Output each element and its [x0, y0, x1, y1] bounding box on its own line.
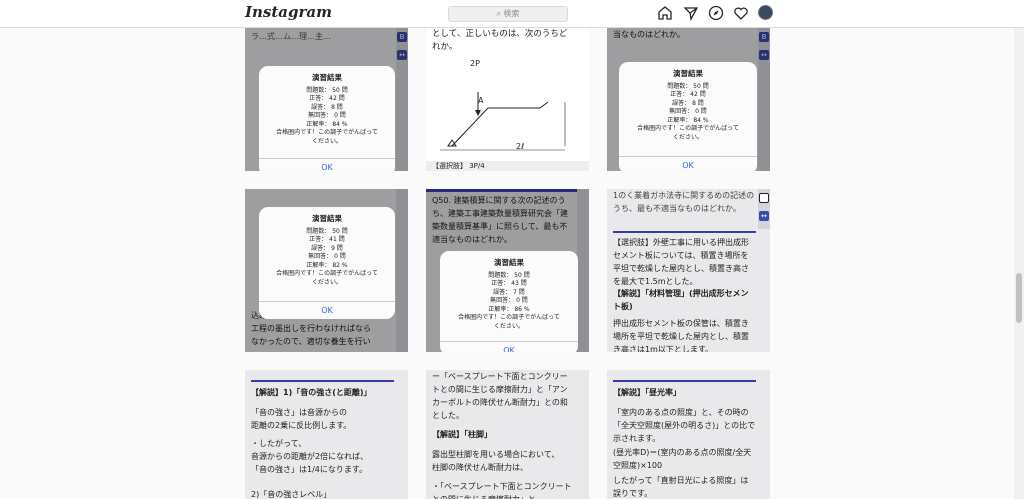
text-line: 音源からの距離が2倍になれば、: [251, 452, 369, 461]
dialog-message: 合格圏内です！この調子でがんばって: [276, 129, 378, 136]
dialog-line: 誤答： 7 問: [493, 288, 525, 296]
home-icon[interactable]: [657, 5, 673, 21]
dialog-line: 問題数： 50 問: [488, 271, 530, 279]
dialog-message: ください。: [311, 137, 342, 145]
ok-button[interactable]: OK: [440, 341, 578, 352]
choice-text: 【選択肢】 3P/4: [426, 161, 589, 171]
span-label: 2ℓ: [516, 142, 525, 151]
dialog-title: 演習結果: [673, 69, 703, 78]
ok-button[interactable]: OK: [259, 158, 395, 171]
dialog-line: 問題数： 50 問: [306, 86, 348, 94]
profile-avatar[interactable]: [758, 5, 773, 20]
post-tile[interactable]: 当なものはどれか。 B ↔ 演習結果 問題数： 50 問 正答： 42 問 誤答：…: [607, 28, 770, 171]
dialog-line: 正答： 42 問: [670, 91, 706, 98]
choice-text: 【選択肢】外壁工事に用いる押出成形セメント板については、積置き場所を平坦で乾燥し…: [613, 238, 749, 286]
explanation-text: 押出成形セメント板の保管は、積置き場所を平坦で乾燥した屋内とし、積置き高さは1m…: [613, 319, 749, 352]
dialog-line: 無回答： 0 問: [308, 253, 346, 260]
result-dialog: 演習結果 問題数： 50 問 正答： 42 問 誤答： 8 問 無回答： 0 問…: [619, 62, 757, 171]
text-line: したがって「直射日光による照度」は誤りです。: [613, 476, 749, 498]
post-tile[interactable]: として、正しいものは、次のうちどれか。 2P A 2ℓ 【選択肢】 3P/4: [426, 28, 589, 171]
instagram-logo[interactable]: Instagram: [245, 3, 332, 21]
swap-icon: ↔: [759, 211, 769, 221]
dialog-line: 誤答： 9 問: [311, 244, 343, 252]
dialog-line: 正解率： 84 %: [667, 116, 709, 124]
text-line: 「音の強さ」は音源からの: [251, 408, 347, 417]
post-tile[interactable]: 込みをした翌日に、やむを得ず次 工程の墨出しを行わなければなら なかったので、適…: [245, 189, 408, 352]
top-nav-bar: Instagram ⌕ 検索: [0, 0, 1024, 28]
explanation-heading: 【解説】「柱脚」: [432, 430, 492, 439]
search-icon: ⌕: [496, 9, 504, 18]
search-input[interactable]: ⌕ 検索: [448, 6, 568, 22]
dialog-line: 無回答： 0 問: [490, 297, 528, 304]
ok-button[interactable]: OK: [259, 301, 395, 319]
post-tile[interactable]: 【解説】1)「音の強さ(と距離)」 「音の強さ」は音源からの 距離の2乗に反比例…: [245, 370, 408, 499]
point-label: A: [478, 96, 484, 105]
text-line: 柱脚の降伏せん断耐力は、: [432, 463, 528, 472]
text-line: 「室内のある点の照度」と、その時の「全天空照度(屋外の明るさ)」との比で示されま…: [613, 408, 756, 443]
dialog-line: 正答： 41 問: [309, 236, 345, 243]
post-tile[interactable]: 【解説】「昼光率」 「室内のある点の照度」と、その時の「全天空照度(屋外の明るさ…: [607, 370, 770, 499]
ok-button[interactable]: OK: [619, 156, 757, 171]
divider-line: [613, 231, 756, 233]
dialog-line: 無回答： 0 問: [308, 112, 346, 119]
dialog-message: ください。: [311, 278, 342, 286]
direct-message-icon[interactable]: [683, 5, 699, 21]
dialog-line: 正答： 43 問: [491, 280, 527, 287]
text-line: ー「ベースプレート下面とコンクリー: [432, 372, 568, 381]
scrollbar[interactable]: [1014, 28, 1024, 499]
dialog-line: 正解率： 84 %: [306, 120, 348, 128]
dialog-line: 正解率： 86 %: [488, 305, 530, 313]
text-line: 露出型柱脚を用いる場合において、: [432, 450, 560, 459]
explanation-heading: 【解説】「材料管理」(押出成形セメント板): [613, 289, 749, 311]
text-line: 工程の墨出しを行わなければなら: [251, 324, 371, 333]
result-dialog: 演習結果 問題数： 50 問 正答： 43 問 誤答： 7 問 無回答： 0 問…: [440, 251, 578, 352]
dialog-line: 誤答： 8 問: [672, 99, 704, 107]
text-line: ・「ベースプレート下面とコンクリートとの間に生じる摩擦耐力」と: [432, 482, 572, 499]
dialog-message: ください。: [493, 322, 524, 330]
dialog-line: 正答： 42 問: [309, 95, 345, 102]
dialog-line: 問題数： 50 問: [306, 227, 348, 235]
bookmark-icon: [759, 193, 769, 203]
text-line: 2)「音の強さレベル」: [251, 490, 332, 499]
result-dialog: 演習結果 問題数： 50 問 正答： 42 問 誤答： 8 問 無回答： 0 問…: [259, 66, 395, 171]
text-line: 距離の2乗に反比例します。: [251, 421, 352, 430]
post-tile[interactable]: Q50. 建築積算に関する次の記述のうち、建築工事建築数量積算研究会「建築数量積…: [426, 189, 589, 352]
dialog-message: 合格圏内です！この調子でがんばって: [276, 270, 378, 277]
dialog-message: 合格圏内です！この調子でがんばって: [458, 314, 560, 321]
search-placeholder: 検索: [503, 9, 520, 18]
dialog-line: 問題数： 50 問: [667, 82, 709, 90]
post-tile[interactable]: ラ…式…ム…理…主… B ↔ 演習結果 問題数： 50 問 正答： 42 問 誤答…: [245, 28, 408, 171]
scrollbar-thumb[interactable]: [1016, 273, 1022, 323]
post-tile[interactable]: ー「ベースプレート下面とコンクリー トとの間に生じる摩擦耐力」と「アンカーボルト…: [426, 370, 589, 499]
explore-compass-icon[interactable]: [708, 5, 724, 21]
activity-heart-icon[interactable]: [733, 5, 749, 21]
text-line: 「音の強さ」は1/4になります。: [251, 465, 368, 474]
dialog-message: 合格圏内です！この調子でがんばって: [637, 125, 739, 132]
app-sidebar: ↔: [758, 189, 770, 229]
text-line: (昼光率D)＝(室内のある点の照度/全天空照度)×100: [613, 448, 752, 470]
post-tile[interactable]: 1のく業着ガホ法寺に関するめの記述の うち、最も不適当なものはどれか。 【選択肢…: [607, 189, 770, 352]
dialog-title: 演習結果: [312, 214, 342, 223]
result-dialog: 演習結果 問題数： 50 問 正答： 41 問 誤答： 9 問 無回答： 0 問…: [259, 207, 395, 319]
divider-line: [613, 380, 756, 382]
question-text: として、正しいものは、次のうちどれか。: [432, 29, 568, 52]
dialog-message: ください。: [672, 133, 703, 141]
dialog-title: 演習結果: [494, 258, 524, 267]
frame-diagram: [440, 92, 566, 151]
text-line: トとの間に生じる摩擦耐力」と「アンカーボルトの降伏せん断耐力」との和とした。: [432, 385, 568, 420]
load-label: 2P: [470, 59, 480, 68]
explanation-heading: 【解説】1)「音の強さ(と距離)」: [251, 388, 372, 397]
dialog-title: 演習結果: [312, 73, 342, 82]
dialog-line: 正解率： 82 %: [306, 261, 348, 269]
dialog-line: 無回答： 0 問: [669, 108, 707, 115]
dialog-line: 誤答： 8 問: [311, 103, 343, 111]
explanation-heading: 【解説】「昼光率」: [613, 388, 681, 397]
text-line: ・したがって、: [251, 439, 307, 448]
divider-line: [251, 380, 394, 382]
text-line: なかったので、適切な養生を行い: [251, 337, 371, 346]
question-text: 1のく業着ガホ法寺に関するめの記述の うち、最も不適当なものはどれか。: [613, 191, 755, 213]
